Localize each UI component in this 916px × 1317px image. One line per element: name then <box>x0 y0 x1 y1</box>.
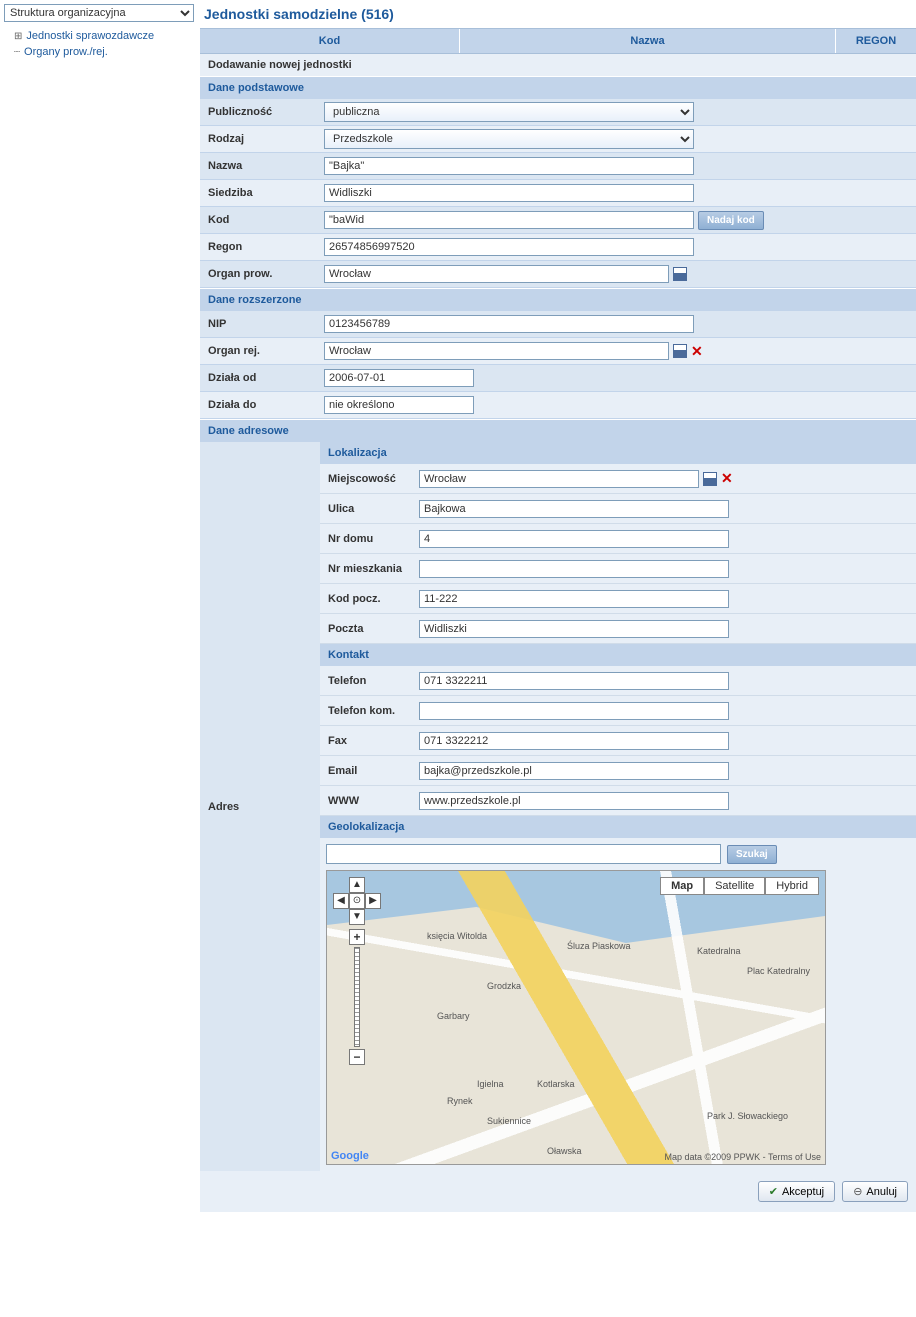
label-fax: Fax <box>320 731 415 751</box>
map-type-satellite[interactable]: Satellite <box>704 877 765 895</box>
lookup-icon[interactable] <box>673 344 687 358</box>
page-title: Jednostki samodzielne (516) <box>200 0 916 28</box>
input-nip[interactable] <box>324 315 694 333</box>
label-email: Email <box>320 761 415 781</box>
label-organ-prow: Organ prow. <box>200 264 320 284</box>
akceptuj-button[interactable]: Akceptuj <box>758 1181 835 1202</box>
label-kod: Kod <box>200 210 320 230</box>
input-nr-domu[interactable] <box>419 530 729 548</box>
input-organ-rej[interactable] <box>324 342 669 360</box>
zoom-in-icon[interactable]: + <box>349 929 365 945</box>
sidebar-tree: Jednostki sprawozdawcze Organy prow./rej… <box>4 28 196 60</box>
map-logo: Google <box>331 1150 369 1162</box>
input-dziala-od[interactable] <box>324 369 474 387</box>
label-dziala-do: Działa do <box>200 395 320 415</box>
section-address: Dane adresowe <box>200 419 916 442</box>
label-nr-mieszkania: Nr mieszkania <box>320 559 415 579</box>
input-nr-mieszkania[interactable] <box>419 560 729 578</box>
label-adres: Adres <box>200 442 320 1171</box>
input-nazwa[interactable] <box>324 157 694 175</box>
input-email[interactable] <box>419 762 729 780</box>
label-regon: Regon <box>200 237 320 257</box>
select-rodzaj[interactable]: Przedszkole <box>324 129 694 149</box>
add-unit-header: Dodawanie nowej jednostki <box>200 54 916 76</box>
label-miejscowosc: Miejscowość <box>320 469 415 489</box>
section-basic: Dane podstawowe <box>200 76 916 99</box>
subsection-location: Lokalizacja <box>320 442 916 464</box>
map-type-switcher: Map Satellite Hybrid <box>660 877 819 895</box>
input-geo-search[interactable] <box>326 844 721 864</box>
tree-item-organy[interactable]: Organy prow./rej. <box>4 44 196 60</box>
column-headers: Kod Nazwa REGON <box>200 28 916 54</box>
zoom-out-icon[interactable]: − <box>349 1049 365 1065</box>
label-nazwa: Nazwa <box>200 156 320 176</box>
subsection-contact: Kontakt <box>320 644 916 666</box>
col-header-kod[interactable]: Kod <box>200 29 460 53</box>
input-ulica[interactable] <box>419 500 729 518</box>
map-type-hybrid[interactable]: Hybrid <box>765 877 819 895</box>
input-www[interactable] <box>419 792 729 810</box>
input-siedziba[interactable] <box>324 184 694 202</box>
label-ulica: Ulica <box>320 499 415 519</box>
pan-up-icon[interactable]: ▲ <box>349 877 365 893</box>
sidebar-structure-select[interactable]: Struktura organizacyjna <box>4 4 194 22</box>
map-type-map[interactable]: Map <box>660 877 704 895</box>
pan-center-icon[interactable]: ⊙ <box>349 893 365 909</box>
input-kod-pocz[interactable] <box>419 590 729 608</box>
section-extended: Dane rozszerzone <box>200 288 916 311</box>
input-organ-prow[interactable] <box>324 265 669 283</box>
col-header-regon[interactable]: REGON <box>836 29 916 53</box>
map[interactable]: Śluza Piaskowa Grodzka Rynek Oławska Suk… <box>326 870 826 1165</box>
input-dziala-do[interactable] <box>324 396 474 414</box>
input-telefon[interactable] <box>419 672 729 690</box>
label-rodzaj: Rodzaj <box>200 129 320 149</box>
label-organ-rej: Organ rej. <box>200 341 320 361</box>
nadaj-kod-button[interactable]: Nadaj kod <box>698 211 764 230</box>
label-siedziba: Siedziba <box>200 183 320 203</box>
map-zoom-control: + − <box>349 929 365 1065</box>
input-regon[interactable] <box>324 238 694 256</box>
label-kod-pocz: Kod pocz. <box>320 589 415 609</box>
anuluj-button[interactable]: Anuluj <box>842 1181 908 1202</box>
pan-left-icon[interactable]: ◀ <box>333 893 349 909</box>
col-header-nazwa[interactable]: Nazwa <box>460 29 836 53</box>
label-nip: NIP <box>200 314 320 334</box>
delete-icon[interactable]: ✕ <box>691 343 703 360</box>
label-telefon: Telefon <box>320 671 415 691</box>
label-telefon-kom: Telefon kom. <box>320 701 415 721</box>
szukaj-button[interactable]: Szukaj <box>727 845 777 864</box>
input-miejscowosc[interactable] <box>419 470 699 488</box>
label-poczta: Poczta <box>320 619 415 639</box>
pan-right-icon[interactable]: ▶ <box>365 893 381 909</box>
input-fax[interactable] <box>419 732 729 750</box>
footer-buttons: Akceptuj Anuluj <box>200 1171 916 1212</box>
label-nr-domu: Nr domu <box>320 529 415 549</box>
subsection-geo: Geolokalizacja <box>320 816 916 838</box>
lookup-icon[interactable] <box>673 267 687 281</box>
label-www: WWW <box>320 791 415 811</box>
tree-item-jednostki[interactable]: Jednostki sprawozdawcze <box>4 28 196 44</box>
label-dziala-od: Działa od <box>200 368 320 388</box>
input-kod[interactable] <box>324 211 694 229</box>
zoom-slider[interactable] <box>354 947 360 1047</box>
lookup-icon[interactable] <box>703 472 717 486</box>
label-publ: Publiczność <box>200 102 320 122</box>
delete-icon[interactable]: ✕ <box>721 470 733 487</box>
pan-down-icon[interactable]: ▼ <box>349 909 365 925</box>
input-poczta[interactable] <box>419 620 729 638</box>
map-credit: Map data ©2009 PPWK - Terms of Use <box>664 1152 821 1162</box>
select-publ[interactable]: publiczna <box>324 102 694 122</box>
map-pan-control: ▲ ▼ ◀ ▶ ⊙ <box>333 877 381 925</box>
input-telefon-kom[interactable] <box>419 702 729 720</box>
